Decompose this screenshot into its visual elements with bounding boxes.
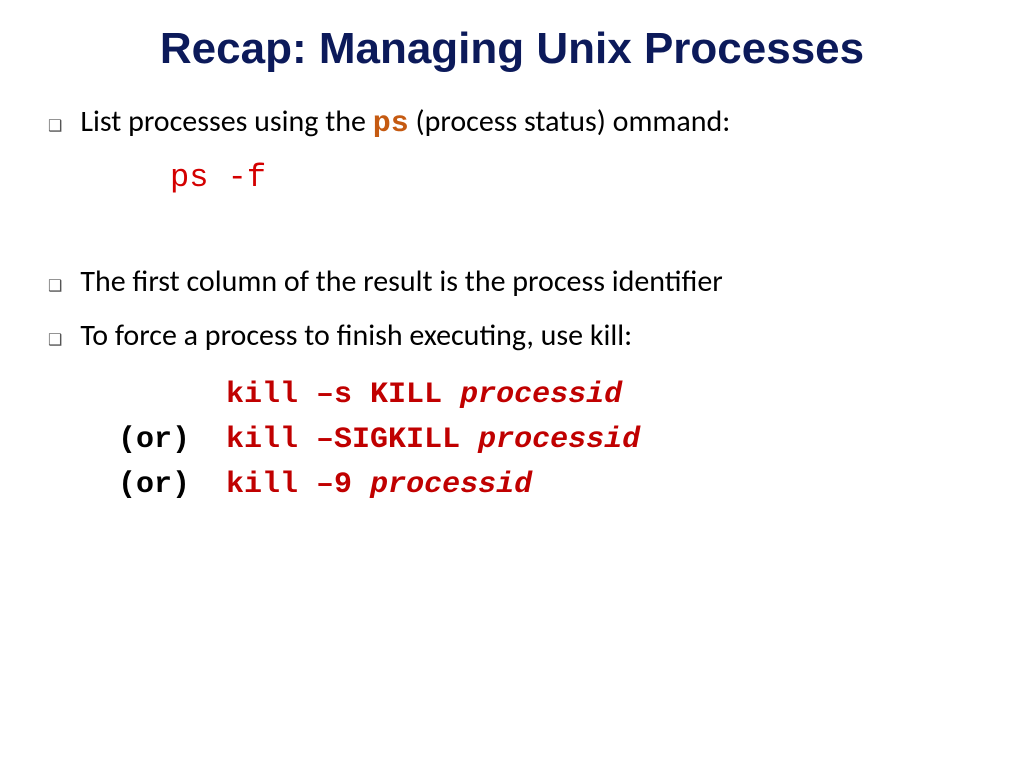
bullet-item-3: ❑ To force a process to finish executing… bbox=[48, 316, 976, 357]
bullet-marker-icon: ❑ bbox=[48, 276, 62, 298]
kill3-arg: processid bbox=[370, 468, 532, 502]
bullet1-post: (process status) ommand: bbox=[409, 103, 731, 140]
kill2-or: (or) bbox=[118, 423, 190, 457]
bullet-item-2: ❑ The first column of the result is the … bbox=[48, 262, 976, 303]
kill-line-1: kill –s KILL processid bbox=[118, 373, 976, 418]
bullet-text-1: List processes using the ps (process sta… bbox=[80, 102, 730, 145]
bullet-item-1: ❑ List processes using the ps (process s… bbox=[48, 102, 976, 145]
bullet-marker-icon: ❑ bbox=[48, 330, 62, 352]
kill3-gap bbox=[190, 468, 226, 502]
kill-line-3: (or) kill –9 processid bbox=[118, 463, 976, 508]
code-ps: ps -f bbox=[170, 159, 976, 196]
kill-code-block: kill –s KILL processid (or) kill –SIGKIL… bbox=[118, 373, 976, 508]
kill2-cmd: kill –SIGKILL bbox=[226, 423, 478, 457]
slide-content: Recap: Managing Unix Processes ❑ List pr… bbox=[0, 0, 1024, 532]
slide-title: Recap: Managing Unix Processes bbox=[48, 24, 976, 74]
bullet-marker-icon: ❑ bbox=[48, 116, 62, 138]
kill1-cmd: kill –s KILL bbox=[226, 378, 460, 412]
bullet1-pre: List processes using the bbox=[80, 103, 372, 140]
kill1-arg: processid bbox=[460, 378, 622, 412]
bullet-text-2: The first column of the result is the pr… bbox=[80, 262, 722, 303]
kill-line-2: (or) kill –SIGKILL processid bbox=[118, 418, 976, 463]
bullet1-code: ps bbox=[373, 107, 409, 141]
kill2-arg: processid bbox=[478, 423, 640, 457]
kill-indent bbox=[118, 378, 226, 412]
bullet-text-3: To force a process to finish executing, … bbox=[80, 316, 632, 357]
kill2-gap bbox=[190, 423, 226, 457]
kill3-or: (or) bbox=[118, 468, 190, 502]
kill3-cmd: kill –9 bbox=[226, 468, 370, 502]
